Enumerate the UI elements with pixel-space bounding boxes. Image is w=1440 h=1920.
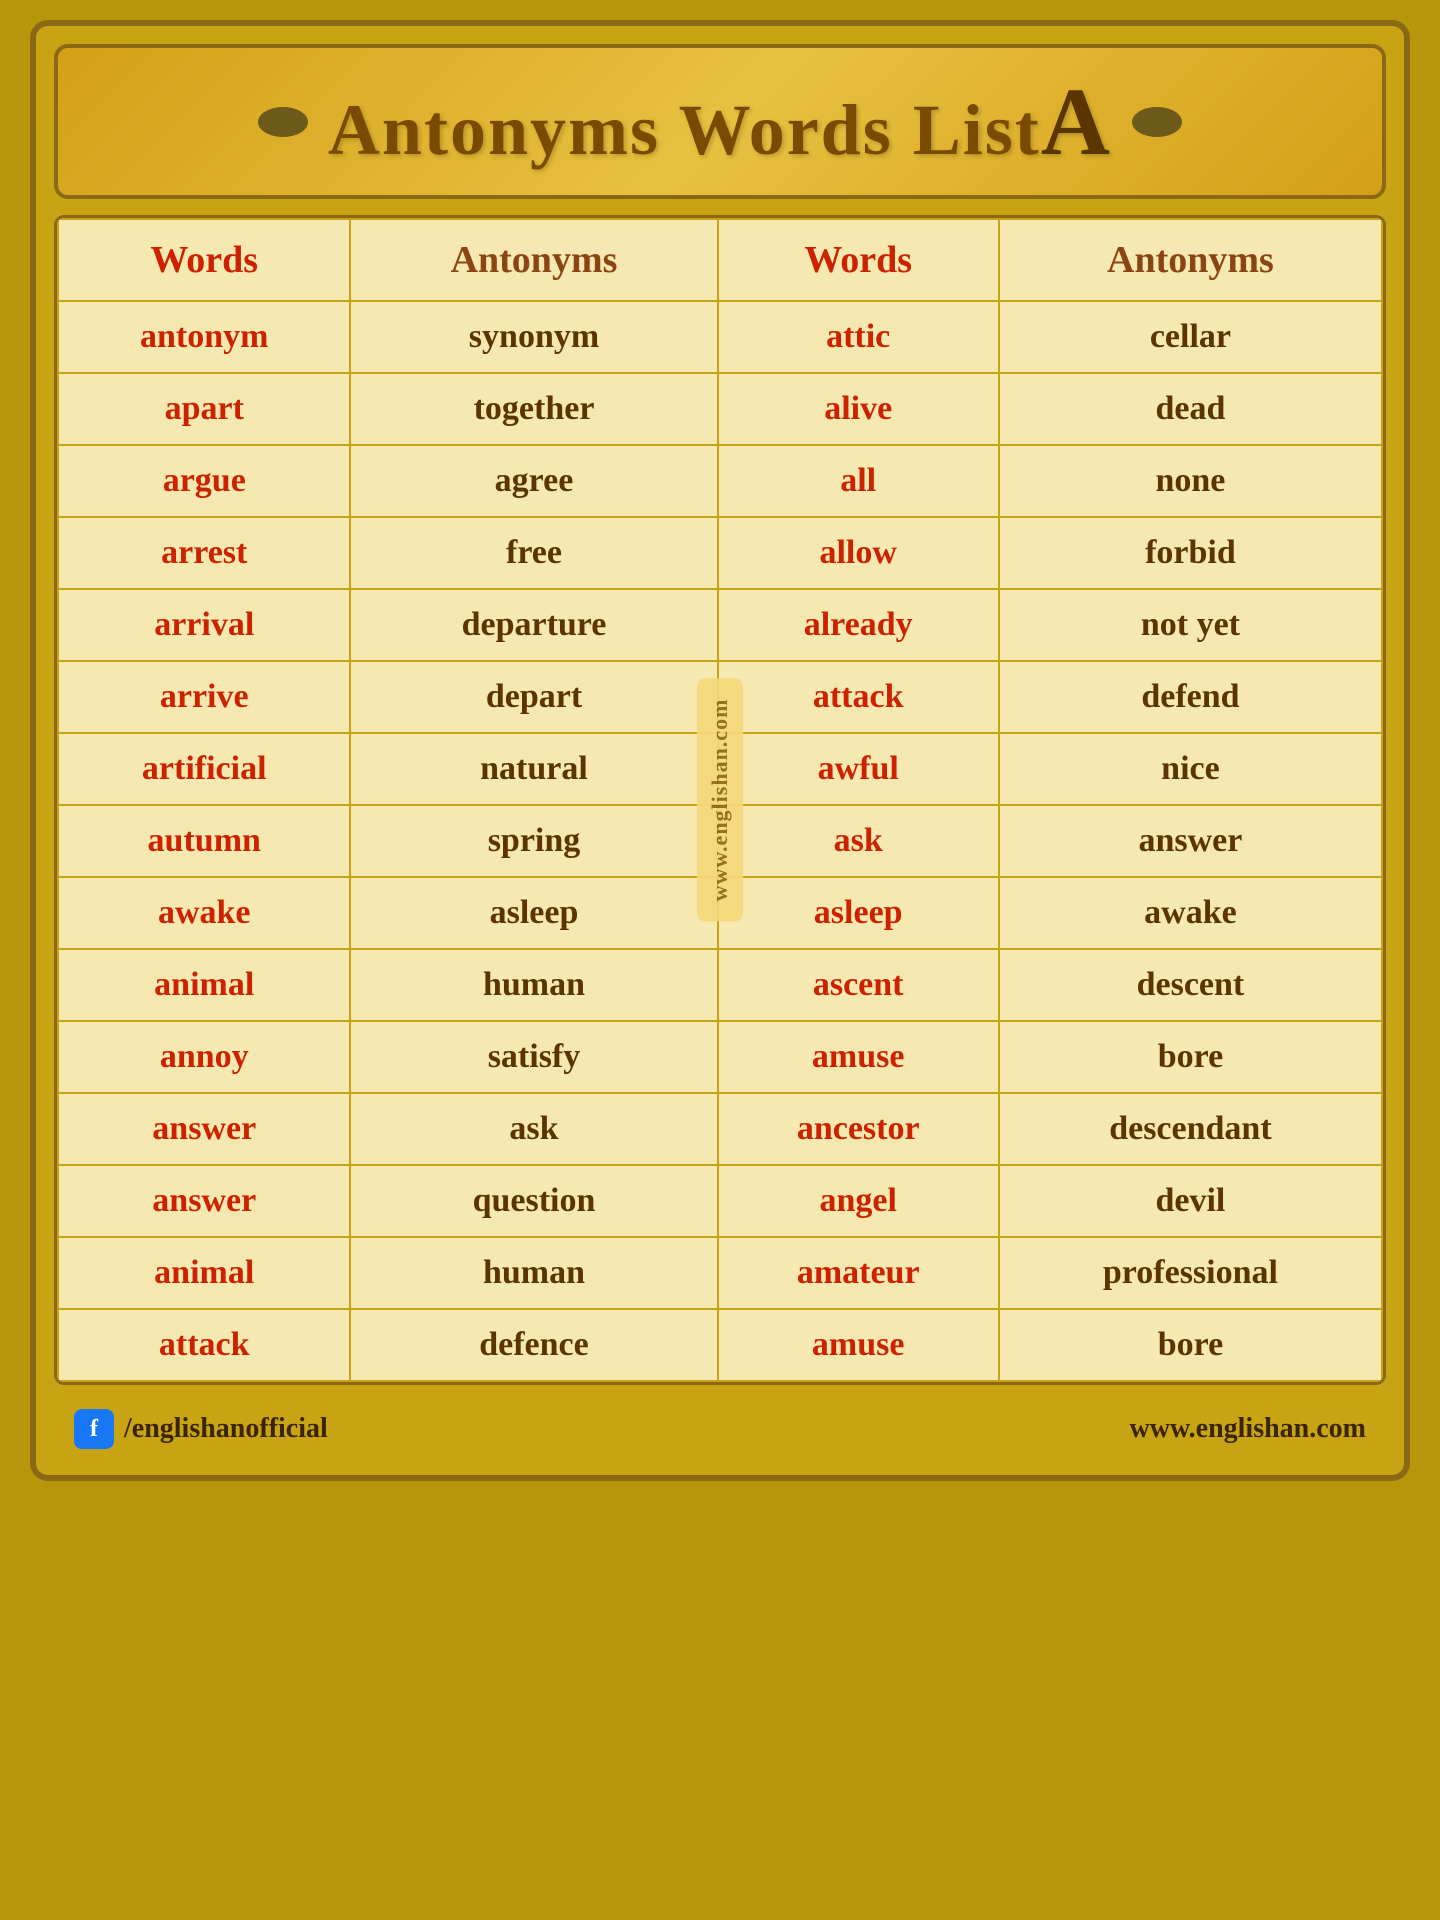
word-cell-right: asleep — [718, 877, 999, 949]
antonym-cell-right: cellar — [999, 301, 1382, 373]
antonym-cell-left: free — [350, 517, 717, 589]
word-cell-right: attic — [718, 301, 999, 373]
header-oval-right — [1132, 107, 1182, 137]
header-oval-left — [258, 107, 308, 137]
table-row: arrestfreeallowforbid — [58, 517, 1382, 589]
antonym-cell-left: synonym — [350, 301, 717, 373]
table-row: arrivaldeparturealreadynot yet — [58, 589, 1382, 661]
word-cell-right: allow — [718, 517, 999, 589]
table-row: antonymsynonymatticcellar — [58, 301, 1382, 373]
antonym-cell-right: bore — [999, 1309, 1382, 1381]
word-cell-left: annoy — [58, 1021, 350, 1093]
fb-letter: f — [90, 1416, 98, 1443]
word-cell-left: antonym — [58, 301, 350, 373]
antonym-cell-left: together — [350, 373, 717, 445]
antonym-cell-right: answer — [999, 805, 1382, 877]
header-title-text: Antonyms Words List — [328, 90, 1041, 170]
antonym-cell-right: descendant — [999, 1093, 1382, 1165]
antonym-cell-left: departure — [350, 589, 717, 661]
word-cell-right: amateur — [718, 1237, 999, 1309]
antonym-cell-left: human — [350, 1237, 717, 1309]
word-cell-right: ascent — [718, 949, 999, 1021]
antonym-cell-right: none — [999, 445, 1382, 517]
col-header-words1: Words — [58, 219, 350, 301]
word-cell-left: attack — [58, 1309, 350, 1381]
antonym-cell-left: human — [350, 949, 717, 1021]
word-cell-left: apart — [58, 373, 350, 445]
word-cell-right: amuse — [718, 1309, 999, 1381]
word-cell-right: already — [718, 589, 999, 661]
antonym-cell-left: question — [350, 1165, 717, 1237]
antonym-cell-right: nice — [999, 733, 1382, 805]
word-cell-left: animal — [58, 949, 350, 1021]
word-cell-left: answer — [58, 1093, 350, 1165]
header: Antonyms Words ListA — [54, 44, 1386, 199]
footer-left: f /englishanofficial — [74, 1409, 328, 1449]
word-cell-left: arrest — [58, 517, 350, 589]
table-row: animalhumanamateurprofessional — [58, 1237, 1382, 1309]
facebook-icon: f — [74, 1409, 114, 1449]
antonym-cell-right: bore — [999, 1021, 1382, 1093]
word-cell-left: artificial — [58, 733, 350, 805]
table-row: argueagreeallnone — [58, 445, 1382, 517]
header-title: Antonyms Words ListA — [328, 66, 1112, 177]
table-container: www.englishan.com Words Antonyms Words A… — [54, 215, 1386, 1385]
word-cell-right: amuse — [718, 1021, 999, 1093]
table-header-row: Words Antonyms Words Antonyms — [58, 219, 1382, 301]
word-cell-right: ancestor — [718, 1093, 999, 1165]
table-row: attackdefenceamusebore — [58, 1309, 1382, 1381]
word-cell-left: animal — [58, 1237, 350, 1309]
word-cell-left: arrive — [58, 661, 350, 733]
word-cell-left: arrival — [58, 589, 350, 661]
word-cell-left: awake — [58, 877, 350, 949]
main-container: Antonyms Words ListA www.englishan.com W… — [30, 20, 1410, 1481]
antonym-cell-left: spring — [350, 805, 717, 877]
antonym-cell-left: defence — [350, 1309, 717, 1381]
antonym-cell-right: forbid — [999, 517, 1382, 589]
antonym-cell-right: devil — [999, 1165, 1382, 1237]
antonym-cell-right: descent — [999, 949, 1382, 1021]
facebook-handle: /englishanofficial — [124, 1413, 328, 1445]
table-row: answerquestionangeldevil — [58, 1165, 1382, 1237]
antonym-cell-left: ask — [350, 1093, 717, 1165]
antonym-cell-right: awake — [999, 877, 1382, 949]
antonym-cell-left: depart — [350, 661, 717, 733]
table-row: animalhumanascentdescent — [58, 949, 1382, 1021]
antonym-cell-left: natural — [350, 733, 717, 805]
table-row: annoysatisfyamusebore — [58, 1021, 1382, 1093]
footer-website: www.englishan.com — [1130, 1413, 1366, 1445]
col-header-antonyms2: Antonyms — [999, 219, 1382, 301]
header-letter-a: A — [1041, 68, 1112, 175]
word-cell-right: awful — [718, 733, 999, 805]
antonym-cell-right: not yet — [999, 589, 1382, 661]
table-row: aparttogetheralivedead — [58, 373, 1382, 445]
antonym-cell-right: professional — [999, 1237, 1382, 1309]
antonym-cell-right: defend — [999, 661, 1382, 733]
antonym-cell-left: agree — [350, 445, 717, 517]
col-header-antonyms1: Antonyms — [350, 219, 717, 301]
col-header-words2: Words — [718, 219, 999, 301]
footer: f /englishanofficial www.englishan.com — [54, 1401, 1386, 1457]
word-cell-right: angel — [718, 1165, 999, 1237]
word-cell-left: answer — [58, 1165, 350, 1237]
table-row: answeraskancestordescendant — [58, 1093, 1382, 1165]
antonym-cell-left: asleep — [350, 877, 717, 949]
word-cell-right: ask — [718, 805, 999, 877]
word-cell-left: autumn — [58, 805, 350, 877]
word-cell-right: alive — [718, 373, 999, 445]
watermark: www.englishan.com — [697, 679, 743, 922]
word-cell-left: argue — [58, 445, 350, 517]
word-cell-right: attack — [718, 661, 999, 733]
antonym-cell-left: satisfy — [350, 1021, 717, 1093]
antonym-cell-right: dead — [999, 373, 1382, 445]
word-cell-right: all — [718, 445, 999, 517]
